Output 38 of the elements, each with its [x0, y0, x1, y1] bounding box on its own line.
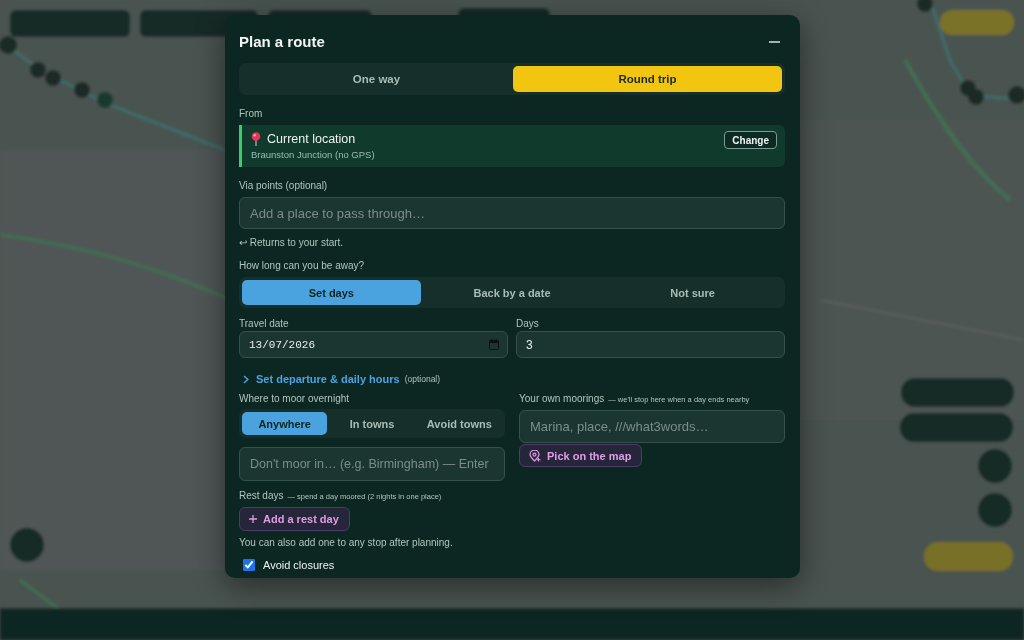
field-label: Travel date [239, 318, 290, 330]
checkbox-label: Avoid closures [263, 559, 335, 571]
minimize-icon [769, 41, 780, 43]
location-pin-icon [529, 449, 541, 462]
plus-icon [249, 515, 257, 523]
mooring-tab[interactable]: In towns [329, 412, 415, 435]
field-label: Your own moorings [519, 393, 605, 405]
avoid-place-field[interactable]: Don't moor in… (e.g. Birmingham) — Enter [239, 447, 505, 481]
optional-note: (optional) [404, 374, 441, 384]
panel-title: Plan a route [239, 32, 325, 52]
calendar-icon [489, 339, 499, 350]
days-field[interactable]: 3 [516, 331, 785, 358]
trip-type-tab[interactable]: Round trip [513, 66, 782, 92]
pick-on-map-button[interactable]: Pick on the map [519, 444, 643, 467]
field-label: Rest days [239, 490, 284, 502]
duration-tab[interactable]: Back by a date [422, 280, 602, 305]
add-rest-day-button[interactable]: Add a rest day [239, 507, 350, 531]
trip-type-tab[interactable]: One way [242, 66, 511, 92]
duration-tab[interactable]: Not sure [603, 280, 782, 305]
date-field[interactable]: 13/07/2026 [239, 331, 508, 358]
field-label: Via points (optional) [239, 180, 329, 192]
field-label: Where to moor overnight [239, 393, 351, 405]
departure-hours-link[interactable]: Set departure & daily hours [256, 373, 400, 385]
location-title: Current location [267, 131, 356, 147]
field-label: Days [516, 318, 540, 330]
via-point-field[interactable]: Add a place to pass through… [239, 197, 785, 229]
mooring-tab[interactable]: Anywhere [242, 412, 328, 435]
own-moorings-field[interactable]: Marina, place, ///what3words… [519, 410, 785, 443]
map-pin-icon [251, 132, 261, 146]
mooring-tab[interactable]: Avoid towns [416, 412, 502, 435]
hint-text: ↩ Returns to your start. [239, 237, 345, 249]
field-label: From [239, 108, 264, 120]
change-button[interactable]: Change [724, 131, 777, 149]
hint-text: You can also add one to any stop after planning. [239, 537, 454, 549]
location-subtitle: Braunston Junction (no GPS) [251, 148, 375, 161]
field-label: How long can you be away? [239, 260, 366, 272]
duration-tab[interactable]: Set days [242, 280, 421, 305]
checkbox[interactable] [243, 559, 255, 571]
